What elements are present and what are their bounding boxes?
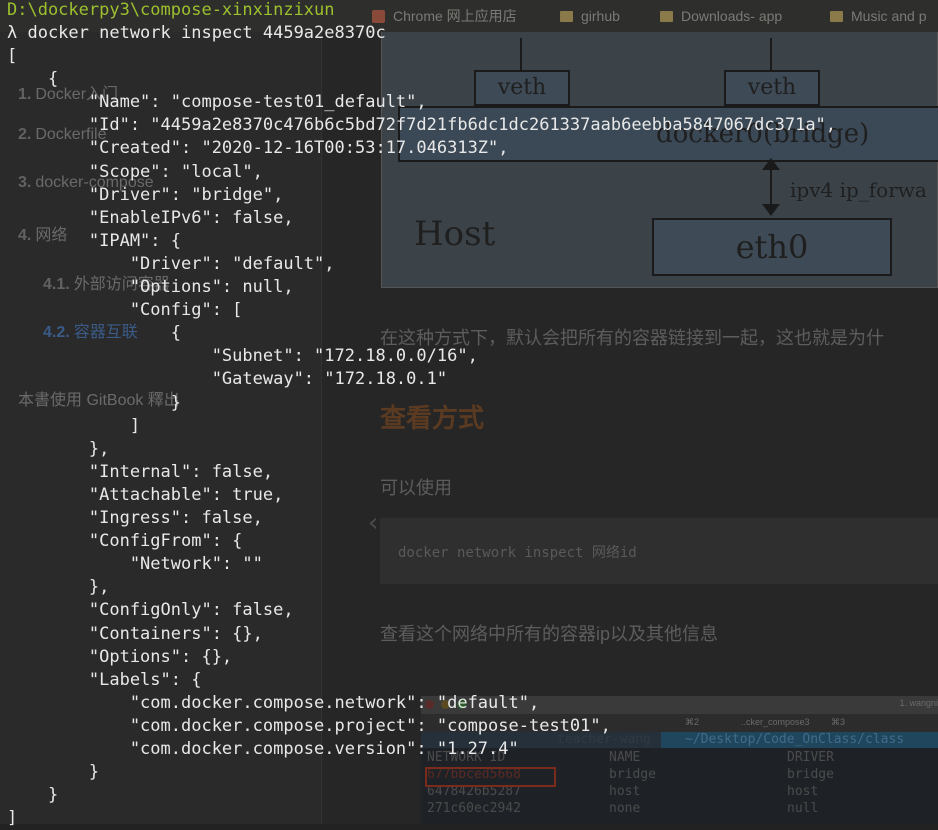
terminal-output-line: "Scope": "local",	[7, 161, 263, 182]
terminal-output-line: },	[7, 438, 110, 459]
terminal-output-line: "Subnet": "172.18.0.0/16",	[7, 346, 478, 367]
terminal-output-line: "Ingress": false,	[7, 508, 263, 528]
terminal-output-line: [	[7, 46, 18, 66]
terminal-output-line: "Name": "compose-test01_default",	[7, 92, 427, 113]
terminal-output-line: "Internal": false,	[7, 461, 274, 482]
terminal-output-line: }	[7, 392, 181, 413]
terminal-output-line: {	[7, 323, 181, 344]
terminal-output-line: {	[7, 69, 59, 90]
terminal-output-line: "com.docker.compose.project": "compose-t…	[7, 715, 611, 736]
terminal-command[interactable]: λ docker network inspect 4459a2e8370c	[7, 22, 386, 45]
terminal-output-line: "Config": [	[7, 300, 243, 321]
terminal-output-line: }	[7, 762, 100, 783]
terminal-output-line: },	[7, 577, 110, 598]
terminal-output-line: "Containers": {},	[7, 623, 263, 644]
terminal-output-line: ]	[7, 808, 18, 829]
terminal-output-line: "com.docker.compose.version": "1.27.4"	[7, 739, 519, 759]
terminal-output-line: }	[7, 785, 59, 806]
terminal-output-line: "Labels": {	[7, 669, 202, 690]
terminal-output-line: "Created": "2020-12-16T00:53:17.046313Z"…	[7, 138, 509, 159]
terminal-output-line: "com.docker.compose.network": "default",	[7, 692, 540, 713]
terminal-output-line: "Gateway": "172.18.0.1"	[7, 369, 448, 390]
terminal-output-line: "Driver": "bridge",	[7, 184, 284, 205]
terminal-output-line: "Driver": "default",	[7, 253, 335, 274]
terminal-output-line: "Id": "4459a2e8370c476b6c5bd72f7d21fb6dc…	[7, 115, 837, 136]
terminal-output-line: "Network": ""	[7, 554, 263, 575]
terminal-window[interactable]: D:\dockerpy3\compose-xinxinzixun λ docke…	[0, 0, 938, 828]
terminal-output-line: "Options": {},	[7, 646, 233, 667]
terminal-output-line: "IPAM": {	[7, 230, 181, 251]
terminal-cwd: D:\dockerpy3\compose-xinxinzixun	[7, 0, 335, 20]
terminal-output-line: "EnableIPv6": false,	[7, 207, 294, 228]
terminal-output-line: "ConfigOnly": false,	[7, 600, 294, 621]
terminal-output-line: "ConfigFrom": {	[7, 531, 243, 552]
terminal-output-line: "Options": null,	[7, 277, 294, 297]
terminal-output-line: "Attachable": true,	[7, 484, 284, 505]
terminal-output-line: ]	[7, 415, 141, 436]
